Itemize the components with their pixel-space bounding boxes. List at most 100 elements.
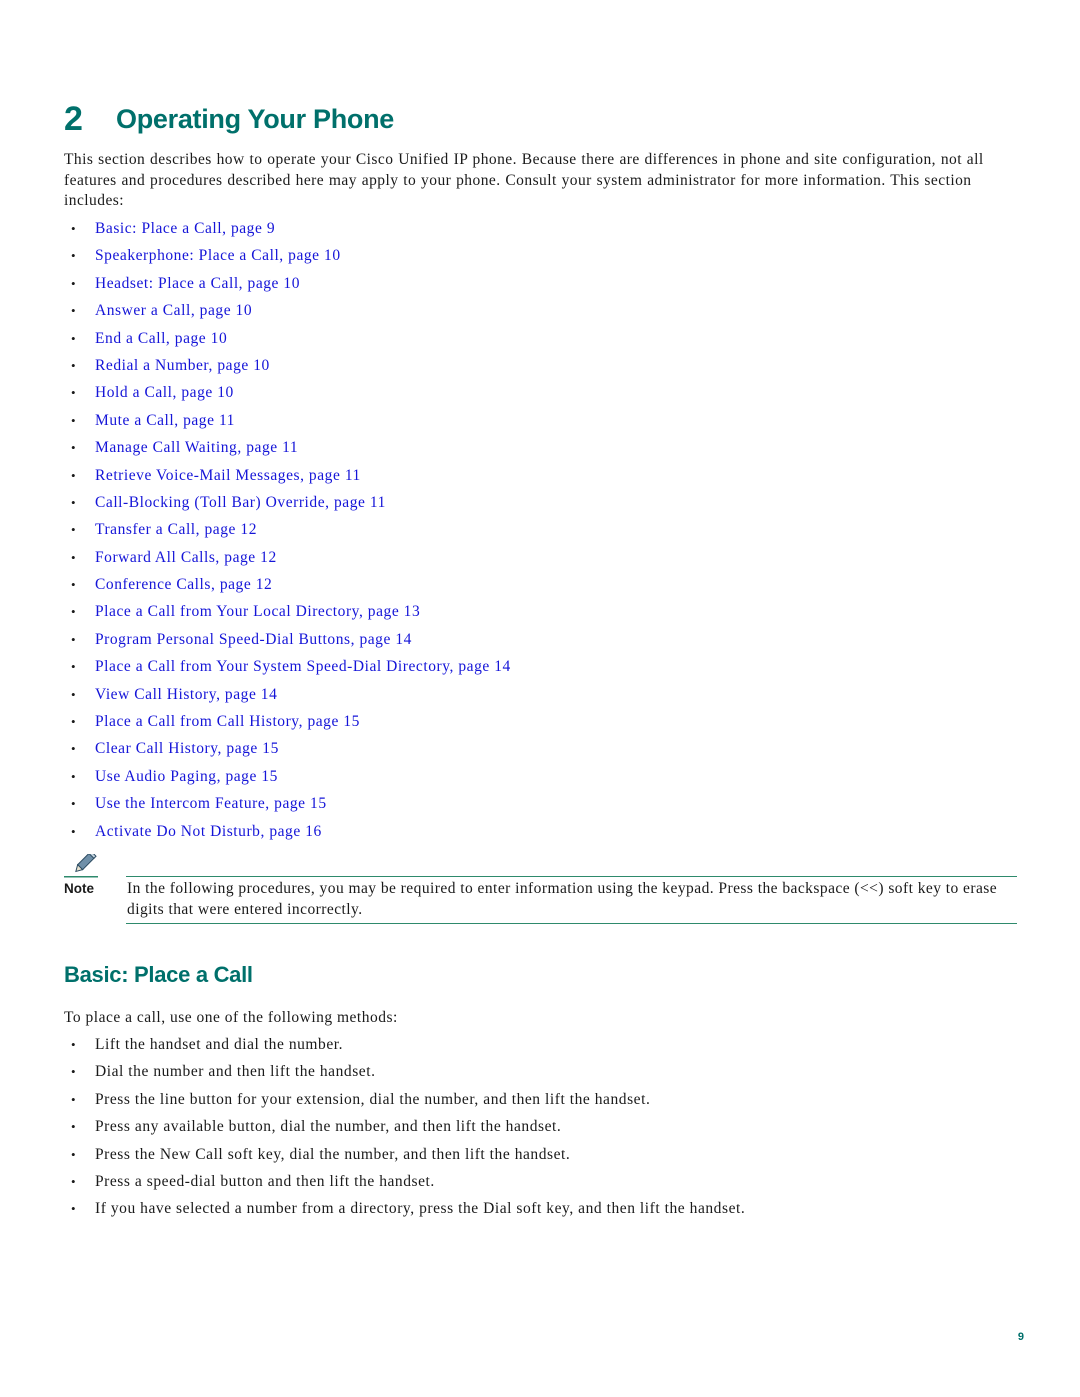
method-item: • If you have selected a number from a di… xyxy=(64,1198,745,1225)
bullet-icon: • xyxy=(71,1201,77,1217)
bullet-icon: • xyxy=(71,796,77,812)
toc-link-redial-a-number[interactable]: Redial a Number, page 10 xyxy=(95,357,270,374)
bullet-icon: • xyxy=(71,823,77,839)
bullet-icon: • xyxy=(71,768,77,784)
bullet-icon: • xyxy=(71,275,77,291)
toc-link-answer-a-call[interactable]: Answer a Call, page 10 xyxy=(95,302,252,319)
toc-item: • Use the Intercom Feature, page 15 xyxy=(64,793,511,820)
bullet-icon: • xyxy=(71,549,77,565)
chapter-title: 2 Operating Your Phone xyxy=(64,100,394,139)
pencil-icon xyxy=(64,854,98,878)
method-text: Press the New Call soft key, dial the nu… xyxy=(95,1145,571,1163)
bullet-icon: • xyxy=(71,522,77,538)
bullet-icon: • xyxy=(71,1091,77,1107)
toc-link-place-call-from-history[interactable]: Place a Call from Call History, page 15 xyxy=(95,713,360,730)
toc-item: • View Call History, page 14 xyxy=(64,684,511,711)
method-item: • Press any available button, dial the nu… xyxy=(64,1116,745,1143)
toc-item: • Activate Do Not Disturb, page 16 xyxy=(64,821,511,848)
toc-item: • Redial a Number, page 10 xyxy=(64,355,511,382)
toc-link-basic-place-a-call[interactable]: Basic: Place a Call, page 9 xyxy=(95,220,275,237)
method-text: Press a speed-dial button and then lift … xyxy=(95,1172,435,1190)
bullet-icon: • xyxy=(71,412,77,428)
toc-link-clear-call-history[interactable]: Clear Call History, page 15 xyxy=(95,740,279,757)
toc-link-do-not-disturb[interactable]: Activate Do Not Disturb, page 16 xyxy=(95,823,322,840)
toc-item: • Forward All Calls, page 12 xyxy=(64,547,511,574)
method-text: Dial the number and then lift the handse… xyxy=(95,1063,376,1081)
bullet-icon: • xyxy=(71,221,77,236)
bullet-icon: • xyxy=(71,248,77,264)
toc-item: • End a Call, page 10 xyxy=(64,328,511,355)
toc-item: • Call-Blocking (Toll Bar) Override, page… xyxy=(64,492,511,519)
note-label: Note xyxy=(64,881,94,896)
toc-item: • Answer a Call, page 10 xyxy=(64,300,511,327)
toc-link-program-speed-dial[interactable]: Program Personal Speed-Dial Buttons, pag… xyxy=(95,631,412,648)
toc-link-system-speed-dial-directory[interactable]: Place a Call from Your System Speed-Dial… xyxy=(95,658,511,675)
toc-item: • Place a Call from Call History, page 15 xyxy=(64,711,511,738)
method-text: If you have selected a number from a dir… xyxy=(95,1200,746,1218)
bullet-icon: • xyxy=(71,659,77,675)
method-item: • Press the New Call soft key, dial the n… xyxy=(64,1144,745,1171)
section-intro: To place a call, use one of the followin… xyxy=(64,1009,398,1026)
toc-link-retrieve-voice-mail[interactable]: Retrieve Voice-Mail Messages, page 11 xyxy=(95,467,361,484)
bullet-icon: • xyxy=(71,604,77,620)
toc-link-headset-place-a-call[interactable]: Headset: Place a Call, page 10 xyxy=(95,275,300,292)
toc-item: • Transfer a Call, page 12 xyxy=(64,519,511,546)
toc-item: • Hold a Call, page 10 xyxy=(64,382,511,409)
chapter-number: 2 xyxy=(64,100,83,138)
note-text: In the following procedures, you may be … xyxy=(127,880,998,918)
toc-link-use-audio-paging[interactable]: Use Audio Paging, page 15 xyxy=(95,768,278,785)
toc-item: • Use Audio Paging, page 15 xyxy=(64,766,511,793)
method-item: • Press a speed-dial button and then lift… xyxy=(64,1171,745,1198)
toc-item: • Place a Call from Your System Speed-Dia… xyxy=(64,656,511,683)
note-bottom-rule xyxy=(126,923,1017,924)
toc-item: • Speakerphone: Place a Call, page 10 xyxy=(64,245,511,272)
toc-item: • Retrieve Voice-Mail Messages, page 11 xyxy=(64,465,511,492)
toc-item: • Clear Call History, page 15 xyxy=(64,738,511,765)
bullet-icon: • xyxy=(71,741,77,757)
bullet-icon: • xyxy=(71,1119,77,1135)
method-item: • Lift the handset and dial the number. xyxy=(64,1034,745,1061)
bullet-icon: • xyxy=(71,357,77,373)
method-text: Press any available button, dial the num… xyxy=(95,1118,562,1136)
bullet-icon: • xyxy=(71,1037,77,1052)
method-item: • Press the line button for your extensio… xyxy=(64,1089,745,1116)
method-item: • Dial the number and then lift the hands… xyxy=(64,1061,745,1088)
toc-item: • Mute a Call, page 11 xyxy=(64,410,511,437)
toc-item: • Program Personal Speed-Dial Buttons, pa… xyxy=(64,629,511,656)
toc-link-forward-all-calls[interactable]: Forward All Calls, page 12 xyxy=(95,549,277,566)
intro-paragraph: This section describes how to operate yo… xyxy=(64,151,984,209)
bullet-icon: • xyxy=(71,686,77,702)
method-text: Press the line button for your extension… xyxy=(95,1090,651,1108)
toc-link-call-blocking-override[interactable]: Call-Blocking (Toll Bar) Override, page … xyxy=(95,494,386,511)
place-call-methods-list: • Lift the handset and dial the number. •… xyxy=(64,1034,745,1226)
bullet-icon: • xyxy=(71,330,77,346)
section-contents-list: • Basic: Place a Call, page 9 • Speakerpho… xyxy=(64,218,511,848)
toc-item: • Conference Calls, page 12 xyxy=(64,574,511,601)
toc-item: • Place a Call from Your Local Directory,… xyxy=(64,601,511,628)
bullet-icon: • xyxy=(71,440,77,456)
section-title: Basic: Place a Call xyxy=(64,962,253,987)
toc-link-view-call-history[interactable]: View Call History, page 14 xyxy=(95,686,277,703)
toc-link-mute-a-call[interactable]: Mute a Call, page 11 xyxy=(95,412,235,429)
bullet-icon: • xyxy=(71,1173,77,1189)
toc-link-transfer-a-call[interactable]: Transfer a Call, page 12 xyxy=(95,521,257,538)
toc-item: • Basic: Place a Call, page 9 xyxy=(64,218,511,245)
bullet-icon: • xyxy=(71,385,77,401)
bullet-icon: • xyxy=(71,1064,77,1080)
toc-item: • Headset: Place a Call, page 10 xyxy=(64,273,511,300)
toc-item: • Manage Call Waiting, page 11 xyxy=(64,437,511,464)
toc-link-hold-a-call[interactable]: Hold a Call, page 10 xyxy=(95,384,234,401)
bullet-icon: • xyxy=(71,1146,77,1162)
bullet-icon: • xyxy=(71,631,77,647)
note-top-rule xyxy=(126,876,1017,877)
toc-link-local-directory[interactable]: Place a Call from Your Local Directory, … xyxy=(95,603,420,620)
bullet-icon: • xyxy=(71,303,77,319)
document-page: 2 Operating Your Phone This section descr… xyxy=(0,0,1080,1397)
toc-link-manage-call-waiting[interactable]: Manage Call Waiting, page 11 xyxy=(95,439,298,456)
toc-link-end-a-call[interactable]: End a Call, page 10 xyxy=(95,330,227,347)
toc-link-conference-calls[interactable]: Conference Calls, page 12 xyxy=(95,576,272,593)
note-box: Note In the following procedures, you ma… xyxy=(64,852,1019,927)
toc-link-intercom-feature[interactable]: Use the Intercom Feature, page 15 xyxy=(95,795,327,812)
bullet-icon: • xyxy=(71,714,77,730)
toc-link-speakerphone-place-a-call[interactable]: Speakerphone: Place a Call, page 10 xyxy=(95,247,341,264)
